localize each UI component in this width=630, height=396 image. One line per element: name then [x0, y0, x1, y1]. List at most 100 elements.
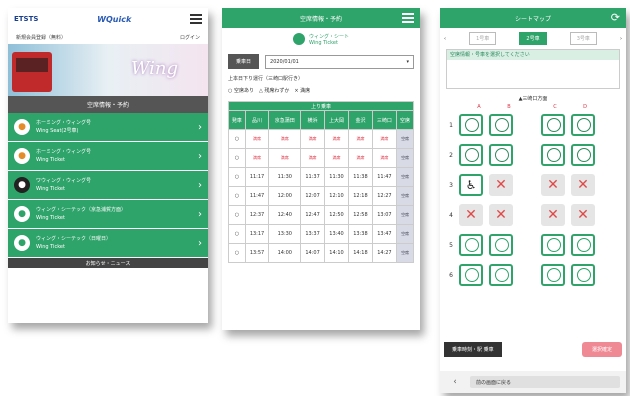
- seat-available[interactable]: [571, 234, 595, 256]
- column-header: 空席: [396, 110, 414, 130]
- time-cell: 11:38: [348, 167, 373, 187]
- seat-available[interactable]: [571, 114, 595, 136]
- tab-car-2[interactable]: 2号車: [519, 32, 547, 45]
- seat-available[interactable]: [571, 144, 595, 166]
- time-cell: 13:38: [348, 224, 373, 244]
- time-cell: 12:58: [348, 205, 373, 225]
- route-note: 上本日下り運行（三崎口駅行き）: [228, 76, 304, 82]
- table-row: ○ 満席 満席 満席 満席 満席 満席 空席: [228, 148, 414, 168]
- hero-title: Wing: [130, 58, 178, 79]
- route-name: ホーミング・ウィング号: [36, 149, 92, 155]
- date-dropdown[interactable]: 2020/01/01 ▾: [265, 54, 414, 69]
- col-label-b: B: [507, 104, 511, 110]
- route-text: ウィング・シーテック（京急浦賀方面） Wing Ticket: [36, 206, 198, 222]
- time-cell: 満席: [300, 129, 325, 149]
- seat-button[interactable]: 空席: [396, 243, 414, 263]
- seat-available[interactable]: [571, 264, 595, 286]
- seat-available[interactable]: [489, 264, 513, 286]
- seat-taken: ✕: [541, 174, 565, 196]
- green-route-icon: ●: [14, 235, 30, 251]
- time-cell: 12:50: [323, 205, 350, 225]
- time-cell: 12:47: [300, 205, 325, 225]
- route-row[interactable]: ● ホーミング・ウィング号 Wing Ticket ›: [8, 142, 208, 171]
- app-logo: WQuick: [97, 14, 132, 24]
- date-value: 2020/01/01: [270, 58, 299, 65]
- seat-available[interactable]: [459, 114, 483, 136]
- time-cell: 12:00: [268, 186, 302, 206]
- reload-icon[interactable]: ⟳: [611, 11, 620, 24]
- col-label-c: C: [553, 104, 557, 110]
- news-footer[interactable]: お知らせ・ニュース: [8, 258, 208, 268]
- time-cell: 11:47: [244, 186, 270, 206]
- time-cell: 13:30: [268, 224, 302, 244]
- dep-cell: ○: [228, 167, 246, 187]
- tab-car-3[interactable]: 3号車: [569, 32, 597, 45]
- time-cell: 12:27: [371, 186, 398, 206]
- route-list: ● ホーミング・ウィング号 Wing Seat(2号車) › ● ホーミング・ウィング号 W…: [8, 113, 208, 258]
- table-caption: 上り乗車: [228, 101, 414, 111]
- dep-cell: ○: [228, 243, 246, 263]
- time-cell: 13:40: [323, 224, 350, 244]
- time-cell: 12:18: [348, 186, 373, 206]
- time-cell: 12:37: [244, 205, 270, 225]
- seat-wheelchair[interactable]: ♿: [459, 174, 483, 196]
- time-cell: 14:18: [348, 243, 373, 263]
- account-bar: 新規会員登録（無料） ログイン: [8, 30, 208, 44]
- route-name: ウィング・シーテック（日曜日）: [36, 236, 112, 242]
- time-cell: 13:57: [244, 243, 270, 263]
- table-row: ○ 満席 満席 満席 満席 満席 満席 空席: [228, 129, 414, 149]
- login-link[interactable]: ログイン: [180, 34, 200, 41]
- hamburger-menu-icon[interactable]: [189, 14, 202, 24]
- seat-button[interactable]: 空席: [396, 186, 414, 206]
- time-cell: 満席: [323, 148, 350, 168]
- seat-available[interactable]: [541, 234, 565, 256]
- row-label: 3: [449, 181, 453, 189]
- date-label-button[interactable]: 乗車日: [228, 54, 260, 69]
- column-header: 品川: [244, 110, 270, 130]
- seat-available[interactable]: [541, 144, 565, 166]
- hamburger-menu-icon[interactable]: [402, 13, 414, 23]
- service-name: ウィング・シート: [308, 33, 349, 40]
- seat-button[interactable]: 空席: [396, 148, 414, 168]
- seat-button[interactable]: 空席: [396, 129, 414, 149]
- seat-available[interactable]: [489, 114, 513, 136]
- seat-available[interactable]: [489, 234, 513, 256]
- direction-label: ▲三崎口方面: [518, 96, 548, 102]
- back-button[interactable]: 前の画面に戻る: [470, 376, 620, 388]
- seat-available[interactable]: [541, 264, 565, 286]
- route-row[interactable]: ● ホーミング・ウィング号 Wing Seat(2号車) ›: [8, 113, 208, 142]
- time-cell: 満席: [348, 129, 373, 149]
- route-sub: Wing Ticket: [36, 157, 65, 163]
- selection-toast: 乗車時刻・駅 乗車: [444, 342, 502, 357]
- seat-button[interactable]: 空席: [396, 167, 414, 187]
- service-subname: Wing Ticket: [308, 39, 338, 46]
- dep-cell: ○: [228, 205, 246, 225]
- route-text: ホーミング・ウィング号 Wing Seat(2号車): [36, 119, 198, 135]
- route-row[interactable]: ● ウィング・シーテック（日曜日） Wing Ticket ›: [8, 229, 208, 258]
- dep-cell: ○: [228, 129, 246, 149]
- timetable: 上り乗車 発車 品川 京急蒲田 横浜 上大岡 金沢 三崎口 空席 ○ 満席 満席 満席 満席 満席 満席空…: [228, 101, 414, 263]
- seat-available[interactable]: [541, 114, 565, 136]
- route-name: ウィング・シーテック（京急浦賀方面）: [36, 207, 127, 213]
- seat-available[interactable]: [459, 234, 483, 256]
- seat-available[interactable]: [489, 144, 513, 166]
- route-row[interactable]: ● ウィング・シーテック（京急浦賀方面） Wing Ticket ›: [8, 200, 208, 229]
- register-link[interactable]: 新規会員登録（無料）: [16, 34, 66, 41]
- time-cell: 満席: [371, 148, 398, 168]
- seat-available[interactable]: [459, 264, 483, 286]
- seat-row: 1: [446, 110, 626, 140]
- seat-button[interactable]: 空席: [396, 205, 414, 225]
- tab-car-1[interactable]: 1号車: [469, 32, 497, 45]
- time-cell: 13:37: [300, 224, 325, 244]
- confirm-button[interactable]: 選択確定: [581, 342, 622, 357]
- seat-button[interactable]: 空席: [396, 224, 414, 244]
- route-row[interactable]: ● ワウィング・ウィング号 Wing Ticket ›: [8, 171, 208, 200]
- column-header: 三崎口: [371, 110, 398, 130]
- chevron-left-icon[interactable]: ‹: [444, 36, 446, 42]
- back-arrow-icon[interactable]: ‹: [446, 375, 464, 389]
- chevron-right-icon[interactable]: ›: [620, 36, 622, 42]
- column-header: 京急蒲田: [268, 110, 302, 130]
- header-bar: シートマップ ⟳: [440, 8, 626, 28]
- seat-available[interactable]: [459, 144, 483, 166]
- phone-screen-timetable: 空席情報・予約 ウィング・シート Wing Ticket 乗車日 2020/01…: [222, 8, 420, 330]
